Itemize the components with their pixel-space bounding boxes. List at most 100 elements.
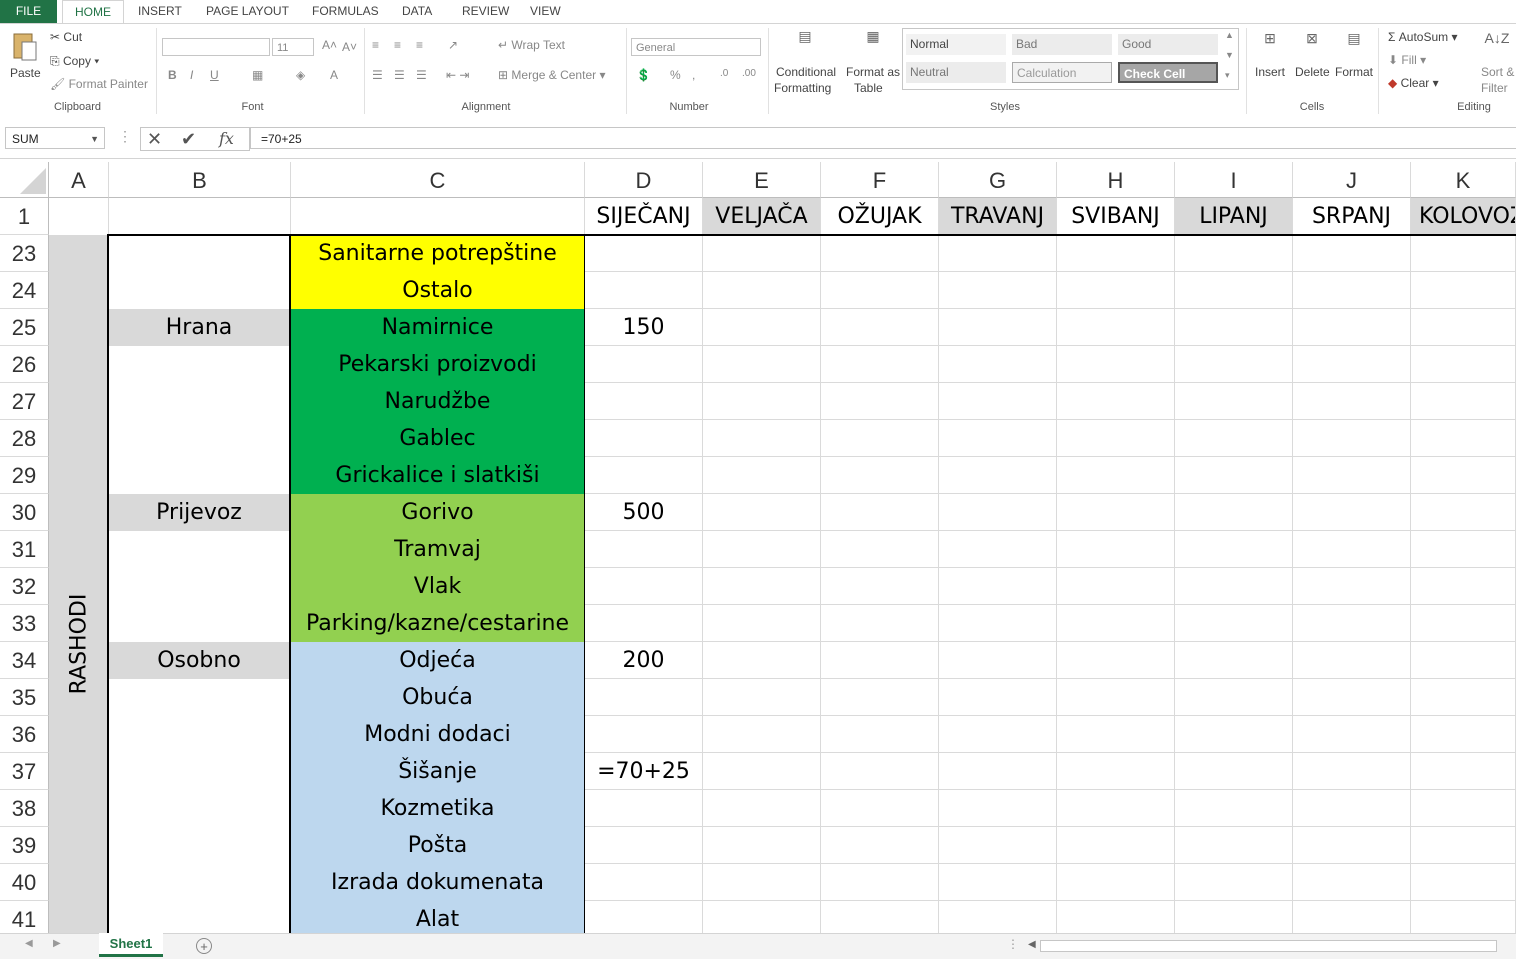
insert-cells-icon[interactable]: ⊞	[1256, 30, 1284, 47]
subcategory-cell[interactable]: Narudžbe	[291, 383, 585, 420]
empty-cell[interactable]	[1057, 790, 1175, 827]
empty-cell[interactable]	[1057, 679, 1175, 716]
tab-view[interactable]: VIEW	[530, 0, 561, 23]
hscroll-left-icon[interactable]: ◀	[1028, 939, 1036, 950]
paste-icon[interactable]	[10, 30, 38, 61]
orientation-icon[interactable]: ↗	[448, 38, 458, 52]
empty-cell[interactable]	[1411, 309, 1516, 346]
style-normal[interactable]: Normal	[906, 34, 1006, 55]
amount-cell[interactable]	[585, 235, 703, 272]
subcategory-cell[interactable]: Odjeća	[291, 642, 585, 679]
category-cell[interactable]	[109, 272, 289, 309]
column-header-d[interactable]: D	[585, 162, 703, 198]
amount-cell[interactable]	[585, 790, 703, 827]
empty-cell[interactable]	[1411, 494, 1516, 531]
amount-cell[interactable]	[585, 420, 703, 457]
select-all-corner[interactable]	[0, 162, 49, 198]
amount-cell[interactable]	[585, 531, 703, 568]
empty-cell[interactable]	[703, 272, 821, 309]
empty-cell[interactable]	[939, 605, 1057, 642]
empty-cell[interactable]	[1411, 568, 1516, 605]
delete-cells-icon[interactable]: ⊠	[1298, 30, 1326, 47]
empty-cell[interactable]	[1411, 457, 1516, 494]
cancel-icon[interactable]: ✕	[147, 128, 162, 150]
amount-cell[interactable]: 500	[585, 494, 703, 531]
category-cell[interactable]	[109, 346, 289, 383]
scroll-right-icon[interactable]: ▶	[53, 938, 61, 949]
empty-cell[interactable]	[1057, 827, 1175, 864]
month-header[interactable]: VELJAČA	[703, 198, 821, 235]
empty-cell[interactable]	[1057, 383, 1175, 420]
empty-cell[interactable]	[821, 753, 939, 790]
enter-icon[interactable]: ✔	[181, 128, 196, 150]
category-cell[interactable]: Hrana	[109, 309, 289, 346]
amount-cell[interactable]	[585, 679, 703, 716]
format-as-table-sub[interactable]: Table	[854, 81, 883, 95]
empty-cell[interactable]	[1057, 457, 1175, 494]
empty-cell[interactable]	[939, 679, 1057, 716]
subcategory-cell[interactable]: Pošta	[291, 827, 585, 864]
cell-c1[interactable]	[291, 198, 585, 235]
empty-cell[interactable]	[939, 790, 1057, 827]
empty-cell[interactable]	[1293, 864, 1411, 901]
empty-cell[interactable]	[1411, 605, 1516, 642]
row-header-32[interactable]: 32	[0, 568, 49, 605]
subcategory-cell[interactable]: Pekarski proizvodi	[291, 346, 585, 383]
column-header-g[interactable]: G	[939, 162, 1057, 198]
category-cell[interactable]	[109, 235, 289, 272]
amount-cell[interactable]	[585, 716, 703, 753]
empty-cell[interactable]	[939, 753, 1057, 790]
formula-bar-handle-icon[interactable]: ⋮	[118, 128, 132, 145]
empty-cell[interactable]	[1057, 642, 1175, 679]
month-header[interactable]: SVIBANJ	[1057, 198, 1175, 235]
style-calculation[interactable]: Calculation	[1012, 62, 1112, 83]
empty-cell[interactable]	[1175, 827, 1293, 864]
align-center-icon[interactable]: ☰	[394, 68, 405, 82]
align-bottom-icon[interactable]: ≡	[416, 38, 423, 52]
style-neutral[interactable]: Neutral	[906, 62, 1006, 83]
gallery-up-icon[interactable]: ▲	[1225, 30, 1234, 40]
empty-cell[interactable]	[1175, 642, 1293, 679]
empty-cell[interactable]	[939, 272, 1057, 309]
row-header-1[interactable]: 1	[0, 198, 49, 235]
empty-cell[interactable]	[1293, 531, 1411, 568]
empty-cell[interactable]	[1293, 309, 1411, 346]
empty-cell[interactable]	[1057, 346, 1175, 383]
empty-cell[interactable]	[1175, 790, 1293, 827]
tab-home[interactable]: HOME	[62, 0, 124, 24]
amount-cell[interactable]	[585, 272, 703, 309]
empty-cell[interactable]	[939, 827, 1057, 864]
row-header-40[interactable]: 40	[0, 864, 49, 901]
row-header-33[interactable]: 33	[0, 605, 49, 642]
empty-cell[interactable]	[1411, 420, 1516, 457]
empty-cell[interactable]	[821, 716, 939, 753]
column-header-j[interactable]: J	[1293, 162, 1411, 198]
number-format-combo[interactable]: General	[631, 38, 761, 56]
empty-cell[interactable]	[1175, 494, 1293, 531]
empty-cell[interactable]	[1175, 272, 1293, 309]
scroll-left-icon[interactable]: ◀	[25, 938, 33, 949]
delete-cells-button[interactable]: Delete	[1295, 65, 1330, 79]
category-cell[interactable]	[109, 790, 289, 827]
row-header-23[interactable]: 23	[0, 235, 49, 272]
empty-cell[interactable]	[703, 568, 821, 605]
empty-cell[interactable]	[1175, 605, 1293, 642]
empty-cell[interactable]	[1175, 864, 1293, 901]
merge-center-button[interactable]: ⊞ Merge & Center ▾	[498, 68, 605, 82]
empty-cell[interactable]	[1293, 642, 1411, 679]
empty-cell[interactable]	[1293, 568, 1411, 605]
subcategory-cell[interactable]: Obuća	[291, 679, 585, 716]
column-header-h[interactable]: H	[1057, 162, 1175, 198]
subcategory-cell[interactable]: Vlak	[291, 568, 585, 605]
empty-cell[interactable]	[939, 864, 1057, 901]
empty-cell[interactable]	[939, 642, 1057, 679]
conditional-formatting-icon[interactable]: ▤	[790, 28, 820, 45]
month-header[interactable]: OŽUJAK	[821, 198, 939, 235]
increase-decimal-icon[interactable]: .0	[720, 68, 728, 79]
month-header[interactable]: TRAVANJ	[939, 198, 1057, 235]
insert-cells-button[interactable]: Insert	[1255, 65, 1285, 79]
subcategory-cell[interactable]: Gorivo	[291, 494, 585, 531]
tab-insert[interactable]: INSERT	[138, 0, 182, 23]
empty-cell[interactable]	[703, 346, 821, 383]
amount-cell[interactable]	[585, 346, 703, 383]
